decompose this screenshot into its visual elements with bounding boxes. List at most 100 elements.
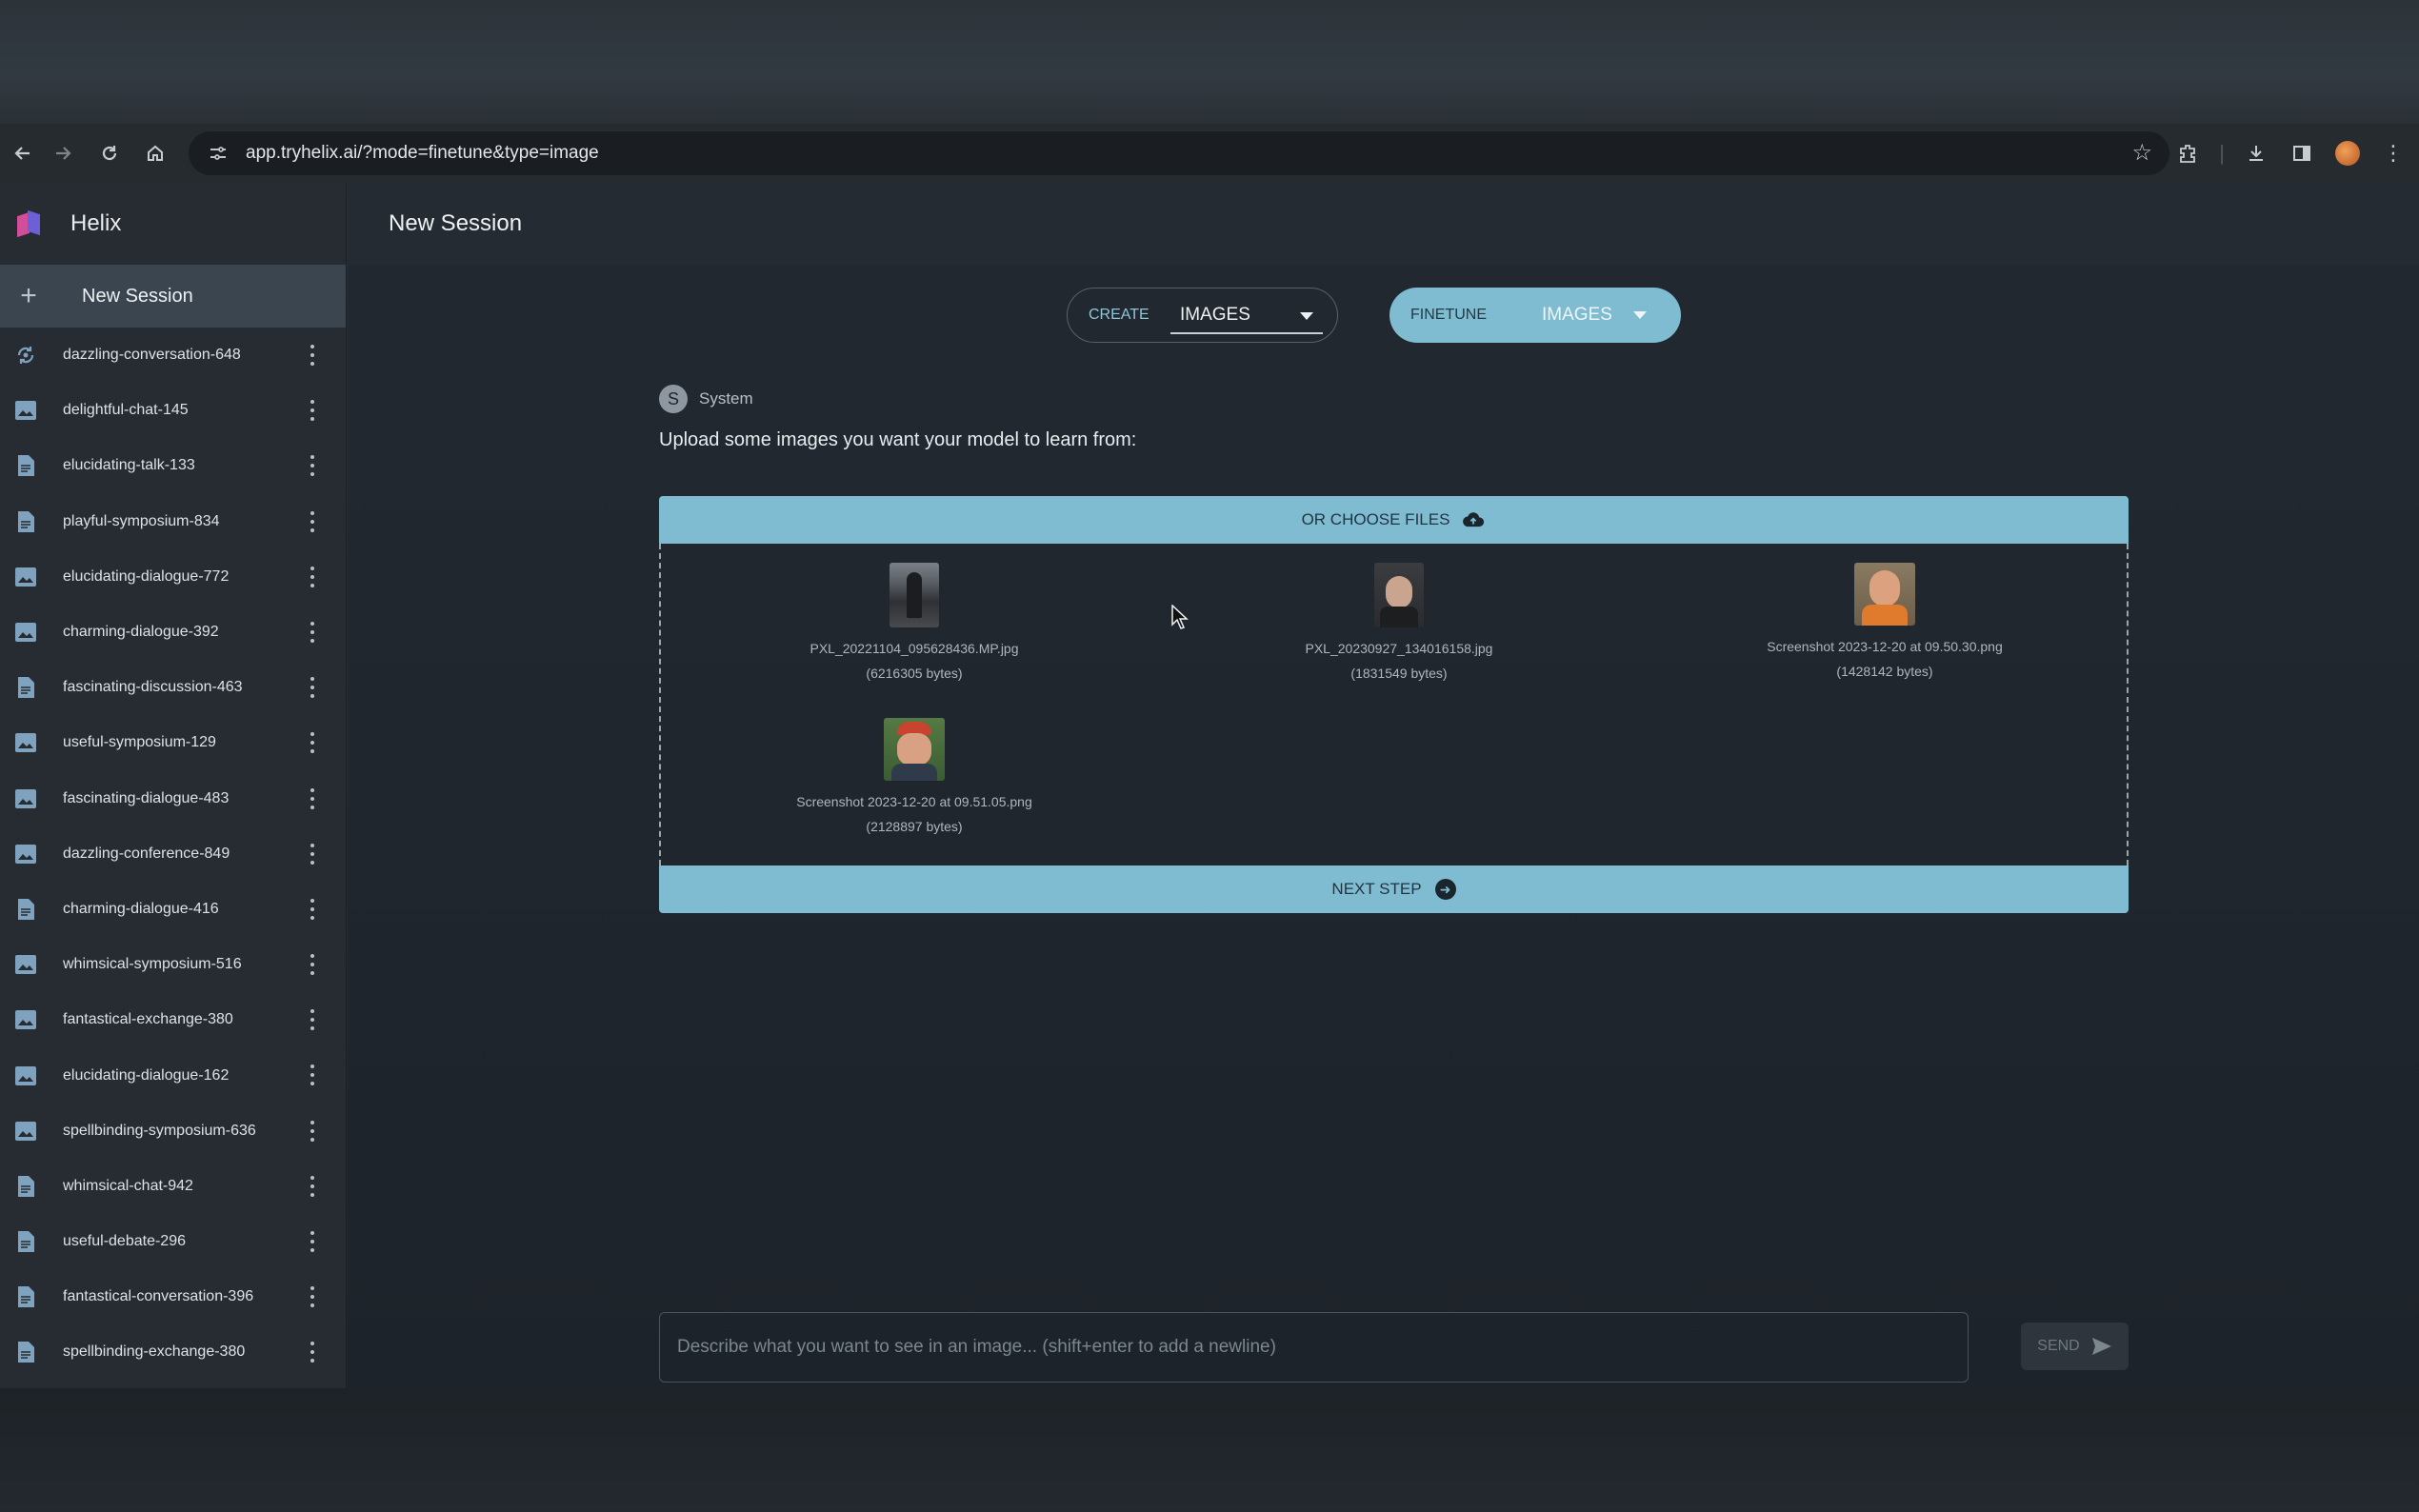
file-size: (2128897 bytes) — [866, 819, 963, 834]
create-mode-toggle[interactable]: CREATE IMAGES — [1067, 288, 1338, 343]
address-bar[interactable]: app.tryhelix.ai/?mode=finetune&type=imag… — [189, 131, 2169, 175]
new-session-button[interactable]: + New Session — [0, 265, 346, 328]
session-label: fantastical-conversation-396 — [63, 1288, 254, 1305]
sidebar-session-item[interactable]: useful-debate-296 — [0, 1214, 346, 1269]
file-thumbnail — [890, 563, 939, 627]
session-label: elucidating-dialogue-162 — [63, 1066, 230, 1084]
sync-icon — [13, 343, 38, 368]
create-type-select[interactable]: IMAGES — [1170, 298, 1323, 334]
sidebar-session-item[interactable]: elucidating-dialogue-162 — [0, 1047, 346, 1103]
forward-button[interactable] — [40, 130, 86, 176]
side-panel-icon[interactable] — [2286, 137, 2318, 169]
sidebar-session-item[interactable]: whimsical-symposium-516 — [0, 937, 346, 992]
document-icon — [13, 1340, 38, 1364]
choose-files-button[interactable]: OR CHOOSE FILES — [659, 496, 2129, 544]
sidebar-session-item[interactable]: fantastical-exchange-380 — [0, 992, 346, 1047]
send-button[interactable]: SEND — [2021, 1323, 2129, 1370]
more-options-icon[interactable] — [310, 787, 315, 809]
create-label[interactable]: CREATE — [1089, 307, 1150, 324]
more-options-icon[interactable] — [310, 400, 315, 422]
sidebar-session-item[interactable]: charming-dialogue-416 — [0, 882, 346, 937]
brand-name: Helix — [70, 210, 122, 236]
session-label: dazzling-conference-849 — [63, 845, 230, 862]
session-label: whimsical-chat-942 — [63, 1177, 193, 1194]
download-icon[interactable] — [2240, 137, 2272, 169]
session-label: useful-symposium-129 — [63, 734, 216, 751]
uploaded-file: Screenshot 2023-12-20 at 09.50.30.png (1… — [1704, 563, 2066, 679]
sidebar-session-item[interactable]: spellbinding-symposium-636 — [0, 1104, 346, 1159]
main-panel: New Session CREATE IMAGES FINETUNE IMAGE… — [348, 183, 2419, 1388]
finetune-label[interactable]: FINETUNE — [1410, 307, 1487, 324]
more-options-icon[interactable] — [310, 1342, 315, 1363]
session-list: dazzling-conversation-648 delightful-chat… — [0, 328, 346, 1381]
more-options-icon[interactable] — [310, 1120, 315, 1142]
image-icon — [13, 730, 38, 755]
choose-files-label: OR CHOOSE FILES — [1301, 510, 1450, 528]
sidebar-session-item[interactable]: spellbinding-exchange-380 — [0, 1324, 346, 1380]
back-arrow-icon — [14, 147, 30, 160]
finetune-type-select[interactable]: IMAGES — [1532, 297, 1656, 333]
sidebar-session-item[interactable]: fascinating-dialogue-483 — [0, 771, 346, 826]
file-drop-area[interactable]: PXL_20221104_095628436.MP.jpg (6216305 b… — [659, 544, 2129, 865]
file-name: PXL_20221104_095628436.MP.jpg — [810, 641, 1019, 656]
image-icon — [13, 620, 38, 645]
sidebar-session-item[interactable]: elucidating-dialogue-772 — [0, 549, 346, 605]
file-thumbnail — [1854, 563, 1915, 626]
more-options-icon[interactable] — [310, 1286, 315, 1308]
sidebar-session-item[interactable]: dazzling-conference-849 — [0, 826, 346, 882]
browser-menu-icon[interactable]: ⋮ — [2377, 137, 2409, 169]
more-options-icon[interactable] — [310, 566, 315, 587]
more-options-icon[interactable] — [310, 1175, 315, 1197]
more-options-icon[interactable] — [310, 1064, 315, 1086]
extensions-icon[interactable] — [2171, 137, 2204, 169]
next-step-button[interactable]: NEXT STEP ➜ — [659, 865, 2129, 913]
finetune-mode-toggle[interactable]: FINETUNE IMAGES — [1389, 288, 1681, 343]
sidebar-session-item[interactable]: charming-dialogue-392 — [0, 605, 346, 660]
more-options-icon[interactable] — [310, 510, 315, 532]
cloud-upload-icon — [1463, 512, 1485, 527]
sidebar-session-item[interactable]: whimsical-chat-942 — [0, 1159, 346, 1214]
send-icon — [2091, 1338, 2111, 1355]
more-options-icon[interactable] — [310, 954, 315, 976]
browser-toolbar: app.tryhelix.ai/?mode=finetune&type=imag… — [0, 124, 2419, 183]
site-settings-icon[interactable] — [206, 141, 230, 166]
image-icon — [13, 398, 38, 423]
more-options-icon[interactable] — [310, 898, 315, 920]
toolbar-divider: | — [2219, 141, 2225, 165]
more-options-icon[interactable] — [310, 345, 315, 366]
sidebar-session-item[interactable]: useful-symposium-129 — [0, 715, 346, 770]
sidebar-session-item[interactable]: playful-symposium-834 — [0, 494, 346, 549]
sidebar-session-item[interactable]: delightful-chat-145 — [0, 383, 346, 438]
document-icon — [13, 509, 38, 534]
sidebar-session-item[interactable]: fascinating-discussion-463 — [0, 660, 346, 715]
image-icon — [13, 1064, 38, 1088]
prompt-box[interactable] — [659, 1312, 1969, 1383]
profile-avatar[interactable] — [2331, 137, 2364, 169]
file-size: (1831549 bytes) — [1350, 666, 1448, 681]
more-options-icon[interactable] — [310, 455, 315, 477]
sidebar-session-item[interactable]: dazzling-conversation-648 — [0, 328, 346, 383]
desktop-top-band — [0, 0, 2419, 124]
document-icon — [13, 897, 38, 922]
bookmark-star-icon[interactable]: ☆ — [2131, 139, 2152, 167]
more-options-icon[interactable] — [310, 732, 315, 754]
home-button[interactable] — [132, 130, 178, 176]
sidebar-session-item[interactable]: elucidating-talk-133 — [0, 438, 346, 493]
more-options-icon[interactable] — [310, 1009, 315, 1031]
more-options-icon[interactable] — [310, 843, 315, 865]
document-icon — [13, 1229, 38, 1254]
more-options-icon[interactable] — [310, 1231, 315, 1252]
back-button[interactable] — [0, 130, 46, 176]
file-thumbnail — [884, 718, 945, 781]
upload-dropzone[interactable]: OR CHOOSE FILES PXL_20221104_095628436.M… — [659, 496, 2129, 913]
sidebar-session-item[interactable]: fantastical-conversation-396 — [0, 1269, 346, 1324]
reload-button[interactable] — [87, 130, 132, 176]
more-options-icon[interactable] — [310, 677, 315, 699]
session-label: delightful-chat-145 — [63, 402, 189, 419]
file-name: Screenshot 2023-12-20 at 09.50.30.png — [1767, 639, 2003, 654]
more-options-icon[interactable] — [310, 621, 315, 643]
session-label: playful-symposium-834 — [63, 512, 220, 529]
sidebar: Helix + New Session dazzling-conversatio… — [0, 183, 347, 1388]
session-label: spellbinding-exchange-380 — [63, 1343, 246, 1361]
prompt-input[interactable] — [677, 1337, 1968, 1358]
